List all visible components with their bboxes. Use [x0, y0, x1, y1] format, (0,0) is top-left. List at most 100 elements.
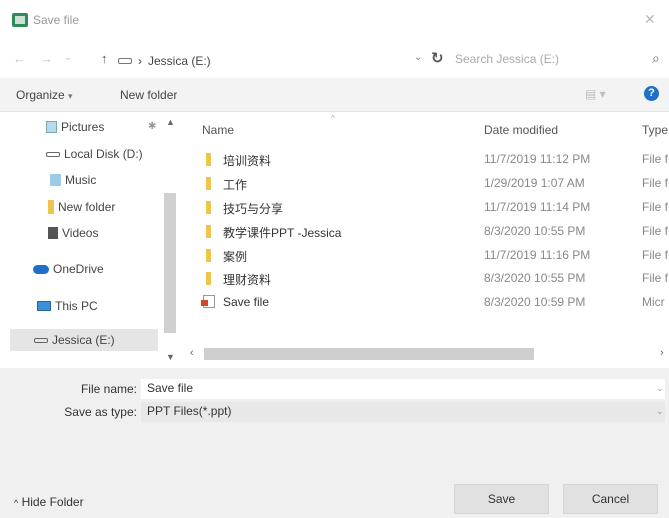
search-input[interactable]: Search Jessica (E:): [455, 52, 660, 70]
address-dropdown-icon[interactable]: ⌄: [414, 52, 422, 63]
file-name: 理财资料: [223, 273, 272, 287]
table-row[interactable]: 工作 1/29/2019 1:07 AM File f: [186, 172, 669, 194]
file-name-dropdown-icon[interactable]: ⌄: [656, 383, 664, 394]
chevron-up-icon: ^: [14, 498, 19, 508]
sidebar-item-music[interactable]: Music: [0, 169, 160, 191]
sidebar-item-label: Jessica (E:): [52, 333, 115, 347]
ppt-icon: [201, 295, 215, 308]
search-icon[interactable]: ⌕: [652, 50, 660, 67]
file-type: Micr: [642, 295, 665, 309]
folder-icon: [206, 153, 211, 166]
refresh-icon[interactable]: ↻: [431, 49, 444, 67]
file-name-label: File name:: [80, 382, 137, 396]
drive-icon: [118, 58, 132, 64]
pictures-icon: [46, 121, 57, 133]
file-name: 教学课件PPT -Jessica: [223, 226, 342, 240]
table-row[interactable]: Save file 8/3/2020 10:59 PM Micr: [186, 291, 669, 313]
hide-folder-label: Hide Folder: [21, 495, 84, 509]
table-row[interactable]: 教学课件PPT -Jessica 8/3/2020 10:55 PM File …: [186, 220, 669, 242]
save-button[interactable]: Save: [454, 484, 549, 514]
file-type: File f: [642, 200, 669, 214]
table-row[interactable]: 培训资料 11/7/2019 11:12 PM File f: [186, 148, 669, 170]
save-type-label: Save as type:: [64, 405, 137, 419]
sidebar-item-label: New folder: [58, 200, 116, 214]
help-icon[interactable]: ?: [644, 86, 659, 101]
navigation-pane: Pictures Local Disk (D:) Music New folde…: [0, 112, 186, 357]
file-name: 技巧与分享: [223, 202, 284, 216]
sidebar-item-label: Videos: [62, 226, 99, 240]
back-icon[interactable]: ←: [13, 51, 26, 66]
drive-icon: [46, 151, 60, 157]
organize-button[interactable]: Organize ▾: [16, 88, 73, 102]
folder-icon: [206, 177, 211, 190]
view-options-icon[interactable]: ▤ ▾: [585, 87, 606, 101]
music-icon: [50, 174, 61, 186]
file-list: Name ^ Date modified Type 培训资料 11/7/2019…: [186, 112, 669, 342]
command-bar: Organize ▾ New folder ▤ ▾ ?: [0, 78, 669, 112]
sidebar-item-label: Local Disk (D:): [64, 147, 143, 161]
pin-icon: ✱: [148, 121, 157, 132]
scroll-left-icon[interactable]: ‹: [190, 347, 194, 359]
recent-locations-icon[interactable]: ⌄: [64, 52, 72, 63]
folder-icon: [206, 272, 211, 285]
drive-icon: [34, 337, 48, 343]
file-type: File f: [642, 271, 669, 285]
sidebar-item-local-disk[interactable]: Local Disk (D:): [0, 143, 160, 165]
sidebar-item-this-pc[interactable]: This PC: [0, 295, 160, 317]
file-name: 案例: [223, 250, 248, 264]
file-type: File f: [642, 152, 669, 166]
address-location[interactable]: Jessica (E:): [148, 54, 211, 68]
organize-label: Organize: [16, 88, 65, 102]
horizontal-scrollbar-thumb[interactable]: [204, 348, 534, 360]
file-name-field[interactable]: Save file: [141, 379, 665, 399]
column-header-name[interactable]: Name: [202, 123, 234, 137]
sidebar-scrollbar-thumb[interactable]: [164, 193, 176, 333]
sidebar-item-label: Pictures: [61, 120, 105, 134]
cloud-icon: [33, 264, 49, 274]
folder-icon: [206, 201, 211, 214]
file-date: 8/3/2020 10:59 PM: [484, 295, 586, 309]
file-date: 11/7/2019 11:12 PM: [484, 152, 591, 166]
cancel-button[interactable]: Cancel: [563, 484, 658, 514]
file-type: File f: [642, 224, 669, 238]
save-type-select[interactable]: PPT Files(*.ppt): [141, 402, 665, 422]
horizontal-scrollbar[interactable]: ‹ ›: [186, 346, 669, 362]
table-row[interactable]: 技巧与分享 11/7/2019 11:14 PM File f: [186, 196, 669, 218]
file-date: 1/29/2019 1:07 AM: [484, 176, 585, 190]
table-row[interactable]: 理财资料 8/3/2020 10:55 PM File f: [186, 267, 669, 289]
file-name: 工作: [223, 178, 248, 192]
file-name: 培训资料: [223, 154, 272, 168]
scroll-down-icon[interactable]: ▼: [166, 352, 175, 362]
scroll-up-icon[interactable]: ▲: [166, 117, 175, 127]
navigation-bar: ← → ⌄ ↑ › Jessica (E:) ⌄ ↻ Search Jessic…: [0, 42, 669, 78]
address-bar[interactable]: › Jessica (E:): [118, 51, 418, 71]
table-row[interactable]: 案例 11/7/2019 11:16 PM File f: [186, 244, 669, 266]
sidebar-item-label: This PC: [55, 299, 98, 313]
column-header-type[interactable]: Type: [642, 123, 668, 137]
forward-icon[interactable]: →: [40, 51, 53, 66]
scroll-right-icon[interactable]: ›: [660, 347, 664, 359]
title-bar: Save file ✕: [0, 0, 669, 42]
column-header-date[interactable]: Date modified: [484, 123, 558, 137]
videos-icon: [48, 227, 58, 239]
close-icon[interactable]: ✕: [644, 11, 656, 28]
sidebar-item-videos[interactable]: Videos: [0, 222, 160, 244]
sidebar-item-onedrive[interactable]: OneDrive: [0, 258, 160, 280]
new-folder-button[interactable]: New folder: [120, 88, 177, 102]
folder-icon: [206, 249, 211, 262]
hide-folder-button[interactable]: ^ Hide Folder: [14, 495, 84, 509]
save-type-dropdown-icon[interactable]: ⌄: [656, 406, 664, 417]
sidebar-item-label: OneDrive: [53, 262, 104, 276]
up-icon[interactable]: ↑: [101, 51, 108, 66]
pc-icon: [37, 301, 51, 311]
address-separator: ›: [138, 54, 142, 68]
file-date: 8/3/2020 10:55 PM: [484, 271, 586, 285]
sort-icon: ^: [331, 114, 335, 123]
sidebar-item-new-folder[interactable]: New folder: [0, 196, 160, 218]
window-title: Save file: [33, 13, 80, 27]
file-type: File f: [642, 176, 669, 190]
sidebar-item-jessica-drive[interactable]: Jessica (E:): [10, 329, 158, 351]
file-date: 11/7/2019 11:16 PM: [484, 248, 591, 262]
sidebar-item-pictures[interactable]: Pictures: [0, 116, 160, 138]
file-name: Save file: [223, 295, 270, 309]
